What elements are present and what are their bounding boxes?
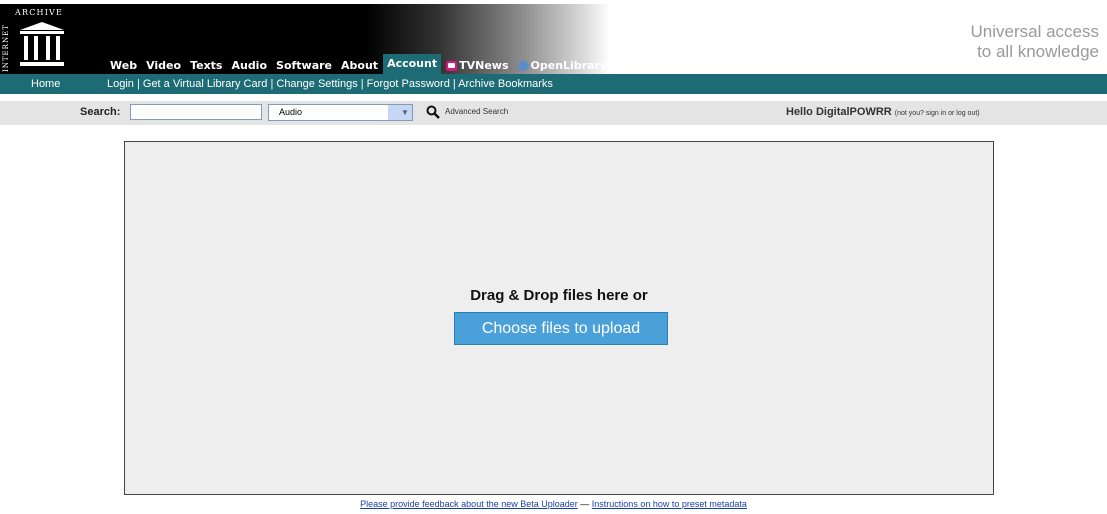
tv-icon: [446, 60, 458, 71]
greeting-text: Hello DigitalPOWRR: [786, 106, 892, 118]
user-greeting: Hello DigitalPOWRR (not you? sign in or …: [786, 106, 980, 118]
chevron-down-icon: ▼: [388, 105, 412, 120]
logo-top-text: ARCHIVE: [15, 8, 64, 17]
nav-tvnews-label: TVNews: [459, 59, 509, 72]
metadata-instructions-link[interactable]: Instructions on how to preset metadata: [592, 499, 747, 509]
nav-about[interactable]: About: [341, 57, 378, 74]
nav-web[interactable]: Web: [110, 57, 137, 74]
internet-archive-logo[interactable]: INTERNET ARCHIVE: [0, 4, 100, 74]
openlibrary-icon: [517, 60, 529, 71]
search-icon[interactable]: [426, 105, 440, 119]
media-type-select[interactable]: Audio ▼: [268, 104, 413, 121]
nav-tvnews[interactable]: TVNews: [446, 57, 509, 74]
feedback-link[interactable]: Please provide feedback about the new Be…: [360, 499, 578, 509]
nav-texts[interactable]: Texts: [190, 57, 222, 74]
nav-audio[interactable]: Audio: [231, 57, 267, 74]
footer-separator: —: [580, 499, 590, 509]
tagline-line-1: Universal access: [970, 22, 1100, 41]
account-links[interactable]: Login | Get a Virtual Library Card | Cha…: [107, 74, 553, 94]
choose-files-button[interactable]: Choose files to upload: [454, 312, 668, 345]
home-link[interactable]: Home: [31, 74, 60, 94]
header: INTERNET ARCHIVE Web Video Texts Audio S…: [0, 0, 1107, 74]
tagline-line-2: to all knowledge: [977, 42, 1099, 61]
media-type-value: Audio: [279, 107, 303, 117]
drop-instructions: Drag & Drop files here or: [470, 287, 648, 304]
sign-in-out-link[interactable]: (not you? sign in or log out): [895, 110, 980, 117]
nav-software[interactable]: Software: [276, 57, 332, 74]
search-label: Search:: [80, 106, 121, 118]
search-input[interactable]: [130, 104, 262, 120]
search-bar: Search: Audio ▼ Advanced Search Hello Di…: [0, 101, 1107, 125]
logo-side-text: INTERNET: [2, 24, 10, 72]
tagline: Universal access to all knowledge: [971, 22, 1100, 62]
nav-openlibrary[interactable]: OpenLibrary: [517, 57, 608, 74]
nav-video[interactable]: Video: [146, 57, 181, 74]
top-nav: Web Video Texts Audio Software About Acc…: [110, 54, 616, 74]
nav-account[interactable]: Account: [383, 54, 442, 74]
advanced-search-link[interactable]: Advanced Search: [445, 107, 508, 116]
sub-nav-bar: Home Login | Get a Virtual Library Card …: [0, 74, 1107, 94]
file-drop-zone[interactable]: Drag & Drop files here or Choose files t…: [124, 141, 994, 495]
archive-building-icon: [20, 22, 64, 66]
nav-openlibrary-label: OpenLibrary: [530, 59, 608, 72]
footer: Please provide feedback about the new Be…: [0, 499, 1107, 509]
